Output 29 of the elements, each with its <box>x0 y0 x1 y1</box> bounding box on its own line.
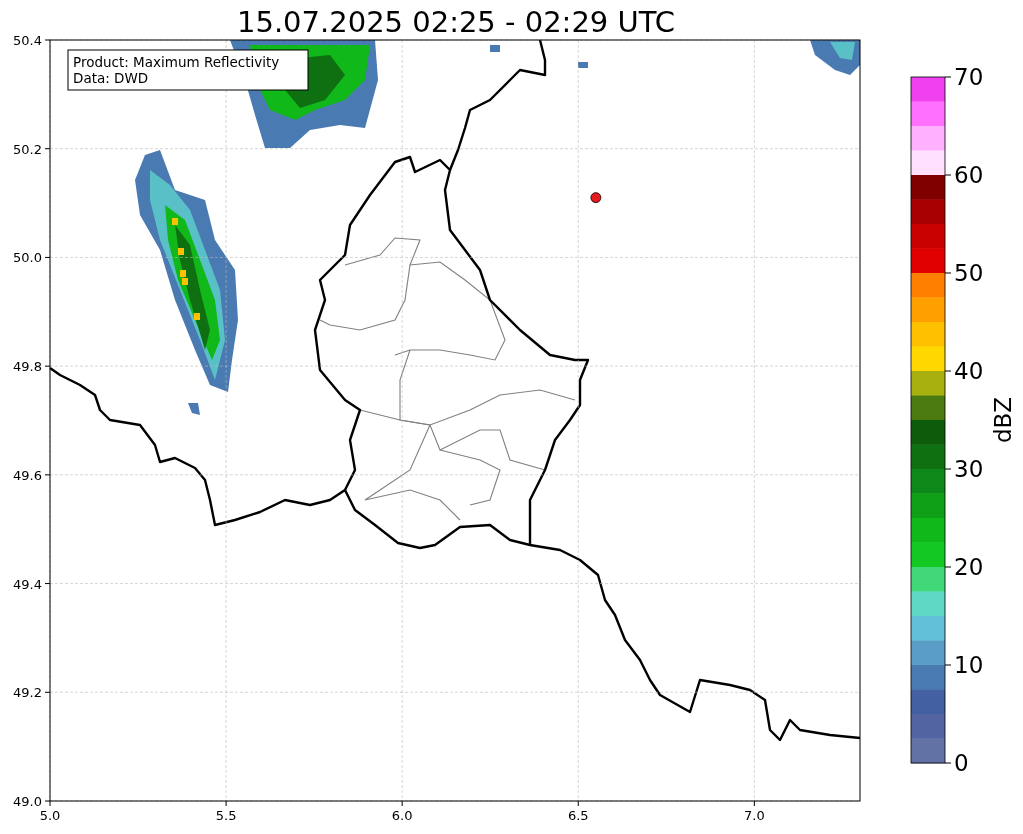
colorbar-tick-label: 20 <box>954 554 984 580</box>
tick-label: 49.4 <box>13 576 42 592</box>
colorbar-tick-label: 30 <box>954 456 984 482</box>
tick-label: 49.2 <box>13 685 42 701</box>
colorbar-label: dBZ <box>990 396 1016 444</box>
tick-label: 49.8 <box>13 359 42 375</box>
colorbar-tick-label: 70 <box>954 64 984 90</box>
radar-echo-drawing <box>810 40 860 75</box>
tick-label: 49.6 <box>13 467 42 483</box>
colorbar-tick-label: 40 <box>954 358 984 384</box>
tick-label: 5.5 <box>215 808 237 823</box>
tick-label: 6.5 <box>567 808 589 823</box>
tick-label: 50.4 <box>13 33 42 48</box>
tick-label: 5.0 <box>39 808 61 823</box>
tick-label: 50.0 <box>13 250 42 266</box>
radar-echo-speck <box>188 403 200 415</box>
colorbar-tick-label: 50 <box>954 260 984 286</box>
tick-label: 49.0 <box>13 794 42 809</box>
colorbar-tick-label: 60 <box>954 162 984 188</box>
colorbar-tick-label: 10 <box>954 652 984 678</box>
radar-echo-speck <box>490 45 500 52</box>
colorbar-tick-label: 0 <box>954 750 969 776</box>
radar-echo-speck <box>578 62 588 68</box>
info-text: Data: DWD <box>73 70 149 86</box>
tick-label: 7.0 <box>744 808 765 823</box>
tick-label: 50.2 <box>13 141 42 157</box>
info-text: Product: Maximum Reflectivity <box>73 54 280 70</box>
chart-title: 15.07.2025 02:25 - 02:29 UTC <box>237 5 675 39</box>
tick-label: 6.0 <box>391 808 413 823</box>
